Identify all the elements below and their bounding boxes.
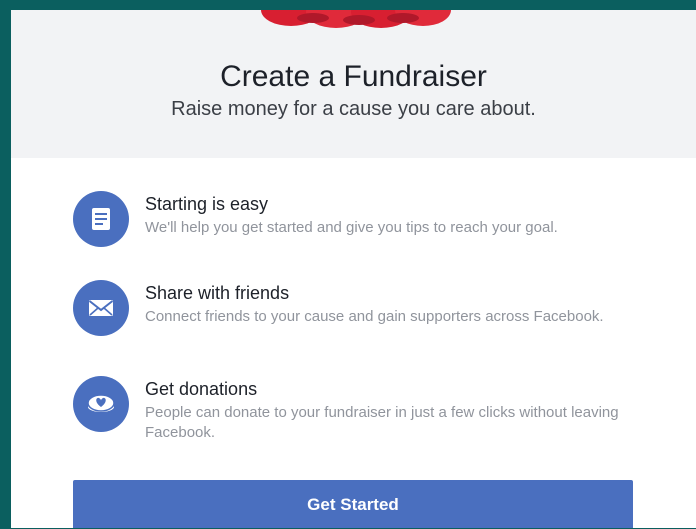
feature-title: Share with friends [145, 283, 290, 303]
page-title: Create a Fundraiser [220, 60, 487, 93]
feature-description: People can donate to your fundraiser in … [145, 404, 619, 441]
fundraiser-dialog: Create a Fundraiser Raise money for a ca… [11, 10, 696, 528]
feature-starting-easy: Starting is easy We'll help you get star… [73, 191, 633, 261]
document-icon [73, 191, 129, 247]
feature-title: Starting is easy [145, 194, 269, 214]
feature-get-donations: Get donations People can donate to your … [73, 376, 633, 446]
get-started-button[interactable]: Get Started [73, 480, 633, 528]
feature-share-friends: Share with friends Connect friends to yo… [73, 280, 633, 350]
feature-title: Get donations [145, 379, 258, 399]
hero-illustration [261, 10, 451, 28]
page-subtitle: Raise money for a cause you care about. [171, 98, 536, 120]
dialog-header: Create a Fundraiser Raise money for a ca… [11, 10, 696, 158]
feature-description: Connect friends to your cause and gain s… [145, 308, 604, 325]
feature-description: We'll help you get started and give you … [145, 219, 558, 236]
heart-coin-icon [73, 376, 129, 432]
envelope-icon [73, 280, 129, 336]
